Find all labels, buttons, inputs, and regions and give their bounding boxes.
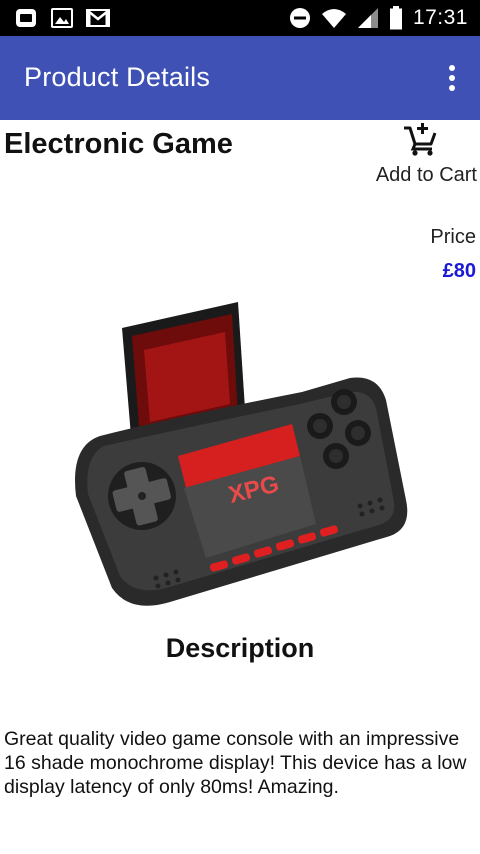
more-vert-icon[interactable]	[442, 62, 462, 94]
product-image: XPG	[75, 302, 408, 606]
status-time: 17:31	[412, 6, 468, 29]
status-bar: 17:31	[0, 0, 480, 36]
notification-icons	[14, 7, 110, 29]
wifi-icon	[321, 9, 346, 28]
system-icons: 17:31	[289, 6, 468, 30]
app-bar: Product Details	[0, 36, 480, 120]
gmail-icon	[86, 7, 110, 29]
app-notification-icon	[14, 7, 38, 29]
price-value: £80	[442, 260, 476, 282]
do-not-disturb-icon	[289, 8, 310, 28]
battery-icon	[389, 6, 402, 30]
image-icon	[50, 7, 74, 29]
description-text: Great quality video game console with an…	[4, 728, 467, 798]
description-heading: Description	[165, 633, 315, 663]
add-to-cart-button[interactable]: Add to Cart	[357, 120, 477, 190]
add-shopping-cart-icon[interactable]	[403, 122, 437, 156]
add-to-cart-label[interactable]: Add to Cart	[376, 164, 477, 187]
console-body: XPG	[75, 377, 408, 606]
page-title: Product Details	[24, 62, 211, 92]
signal-icon	[357, 8, 378, 28]
product-name: Electronic Game	[4, 128, 233, 160]
price-label: Price	[430, 226, 476, 248]
